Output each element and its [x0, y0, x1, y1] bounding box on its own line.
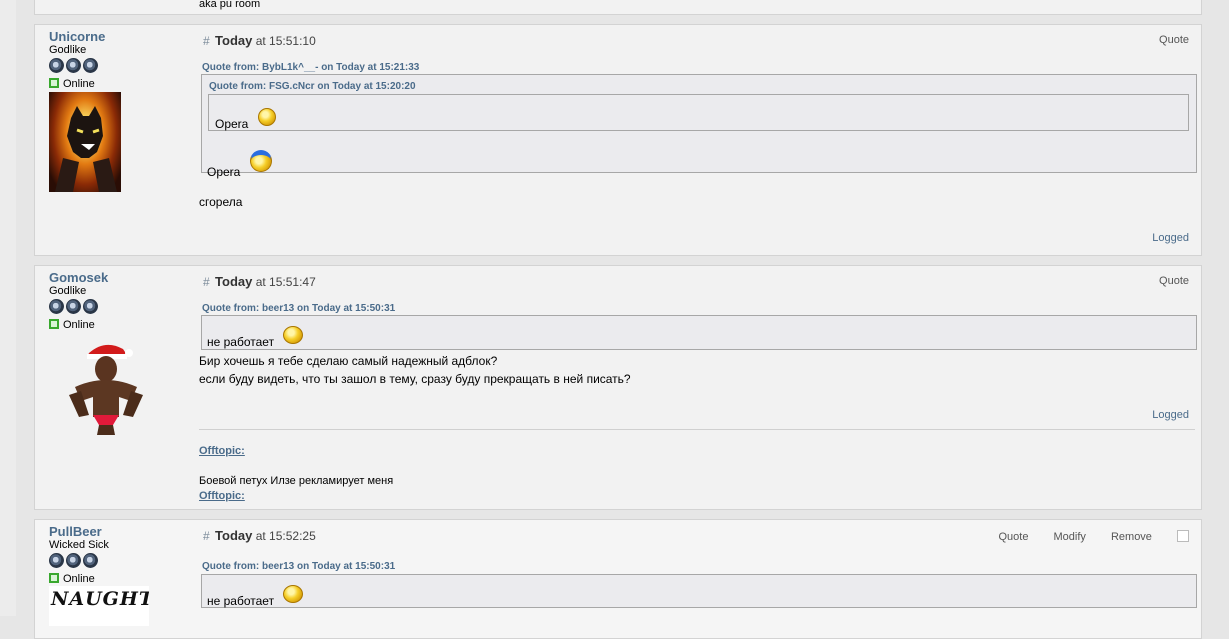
quote-block: Quote from: FSG.cNcr on Today at 15:20:2…	[201, 74, 1197, 179]
avatar-santa-man-image	[69, 344, 143, 435]
previous-post-snippet: aka pu room	[199, 0, 261, 10]
online-status-label: Online	[63, 78, 95, 90]
online-indicator-icon	[49, 78, 59, 88]
online-status: Online	[49, 572, 199, 586]
member-rank: Godlike	[49, 285, 87, 297]
laughing-smiley-icon	[283, 585, 304, 603]
online-indicator-icon	[49, 319, 59, 329]
post-body-line: Бир хочешь я тебе сделаю самый надежный …	[199, 354, 498, 368]
modify-button[interactable]: Modify	[1054, 531, 1086, 543]
nested-quote-text: Opera	[215, 108, 276, 133]
rank-star-icon	[66, 299, 81, 314]
post-day: Today	[215, 33, 253, 48]
post-day: Today	[215, 528, 253, 543]
post-header: # Today at 15:51:47	[203, 274, 316, 289]
rank-star-icon	[49, 553, 64, 568]
post-body-line: если буду видеть, что ты зашол в тему, с…	[199, 372, 631, 386]
forum-post: PullBeer Wicked Sick Online NAUGHT # Tod…	[34, 519, 1202, 639]
nested-quote-header-link[interactable]: Quote from: FSG.cNcr on Today at 15:20:2…	[209, 81, 416, 92]
nested-quote-content: Opera	[215, 117, 249, 131]
left-gutter	[0, 0, 16, 616]
avatar: NAUGHT	[49, 586, 149, 626]
right-gutter	[1201, 0, 1229, 616]
nested-quote-block: Opera	[208, 94, 1189, 131]
quote-content: Opera	[207, 165, 241, 179]
online-status: Online	[49, 77, 199, 91]
post-time: at 15:51:10	[255, 34, 316, 48]
offtopic-spoiler-link[interactable]: Offtopic:	[199, 445, 245, 457]
author-name-link[interactable]: Gomosek	[49, 270, 199, 285]
poster-info: PullBeer Wicked Sick Online	[49, 524, 199, 586]
rank-star-icon	[49, 58, 64, 73]
post-day: Today	[215, 274, 253, 289]
online-indicator-icon	[49, 573, 59, 583]
signature-divider	[199, 429, 1195, 430]
thinking-smiley-icon	[257, 108, 276, 126]
post-actions: Quote	[1137, 275, 1189, 287]
quote-text: не работает	[207, 326, 304, 351]
post-time: at 15:52:25	[255, 529, 316, 543]
quote-button[interactable]: Quote	[1159, 34, 1189, 46]
logged-link[interactable]: Logged	[1152, 232, 1189, 244]
quote-button[interactable]: Quote	[998, 531, 1028, 543]
post-permalink[interactable]: #	[203, 529, 210, 543]
post-time: at 15:51:47	[255, 275, 316, 289]
quote-header-link[interactable]: Quote from: beer13 on Today at 15:50:31	[202, 303, 395, 314]
rank-stars	[49, 58, 199, 76]
rank-stars	[49, 553, 199, 571]
online-status-label: Online	[63, 319, 95, 331]
quote-header-link[interactable]: Quote from: BybL1k^__- on Today at 15:21…	[202, 62, 419, 73]
quote-block: не работает	[201, 315, 1197, 350]
poster-info: Unicorne Godlike Online	[49, 29, 199, 91]
member-rank: Godlike	[49, 44, 87, 56]
rank-star-icon	[83, 299, 98, 314]
remove-button[interactable]: Remove	[1111, 531, 1152, 543]
forum-post: Unicorne Godlike Online # Today at 15:51…	[34, 24, 1202, 256]
rank-star-icon	[49, 299, 64, 314]
online-status-label: Online	[63, 573, 95, 585]
logged-link[interactable]: Logged	[1152, 409, 1189, 421]
online-status: Online	[49, 318, 199, 332]
avatar	[49, 92, 121, 192]
rank-star-icon	[83, 58, 98, 73]
avatar-panther-image	[55, 106, 117, 192]
post-header: # Today at 15:51:10	[203, 33, 316, 48]
post-actions: Quote	[1137, 34, 1189, 46]
quote-block: не работает	[201, 574, 1197, 608]
author-name-link[interactable]: Unicorne	[49, 29, 199, 44]
laughing-smiley-icon	[283, 326, 304, 344]
quote-text: Opera	[207, 150, 272, 181]
quote-header-link[interactable]: Quote from: beer13 on Today at 15:50:31	[202, 561, 395, 572]
scared-smiley-icon	[249, 150, 272, 172]
rank-star-icon	[83, 553, 98, 568]
post-body: сгорела	[199, 195, 243, 209]
offtopic-spoiler-link-end[interactable]: Offtopic:	[199, 490, 245, 502]
quote-content: не работает	[207, 594, 275, 608]
rank-stars	[49, 299, 199, 317]
previous-post-tail: aka pu room	[34, 0, 1202, 15]
post-header: # Today at 15:52:25	[203, 528, 316, 543]
author-name-link[interactable]: PullBeer	[49, 524, 199, 539]
post-permalink[interactable]: #	[203, 34, 210, 48]
avatar-text: NAUGHT	[51, 588, 149, 610]
post-permalink[interactable]: #	[203, 275, 210, 289]
quote-text: не работает	[207, 585, 304, 610]
forum-post: Gomosek Godlike Online # Today at 15:51:…	[34, 265, 1202, 510]
poster-info: Gomosek Godlike Online	[49, 270, 199, 332]
quote-content: не работает	[207, 335, 275, 349]
quote-button[interactable]: Quote	[1159, 275, 1189, 287]
rank-star-icon	[66, 58, 81, 73]
signature-text: Боевой петух Илзе рекламирует меня	[199, 475, 394, 487]
post-actions: Quote Modify Remove	[976, 530, 1189, 543]
member-rank: Wicked Sick	[49, 539, 109, 551]
avatar	[61, 339, 151, 435]
select-post-checkbox[interactable]	[1177, 530, 1189, 542]
rank-star-icon	[66, 553, 81, 568]
